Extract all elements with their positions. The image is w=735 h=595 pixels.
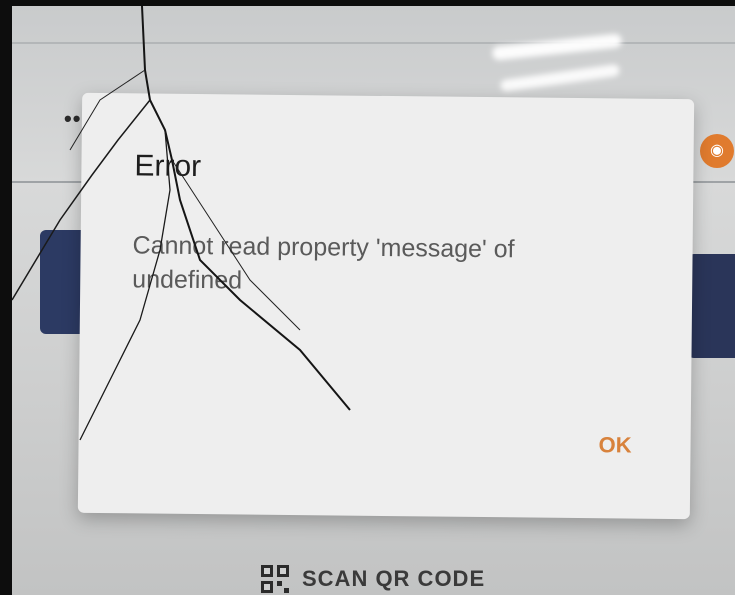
light-glare xyxy=(499,63,621,93)
header-divider xyxy=(12,42,735,44)
eye-icon[interactable]: ◉ xyxy=(700,134,734,168)
error-dialog: Error Cannot read property 'message' of … xyxy=(77,92,695,520)
primary-button-edge[interactable] xyxy=(688,254,735,358)
scan-qr-label: SCAN QR CODE xyxy=(302,566,486,591)
ok-button[interactable]: OK xyxy=(590,428,639,463)
light-glare xyxy=(491,33,623,61)
scan-qr-button[interactable]: SCAN QR CODE xyxy=(260,563,485,595)
dialog-title: Error xyxy=(134,149,202,184)
qr-code-icon xyxy=(261,565,289,593)
dialog-message: Cannot read property 'message' of undefi… xyxy=(132,231,515,295)
